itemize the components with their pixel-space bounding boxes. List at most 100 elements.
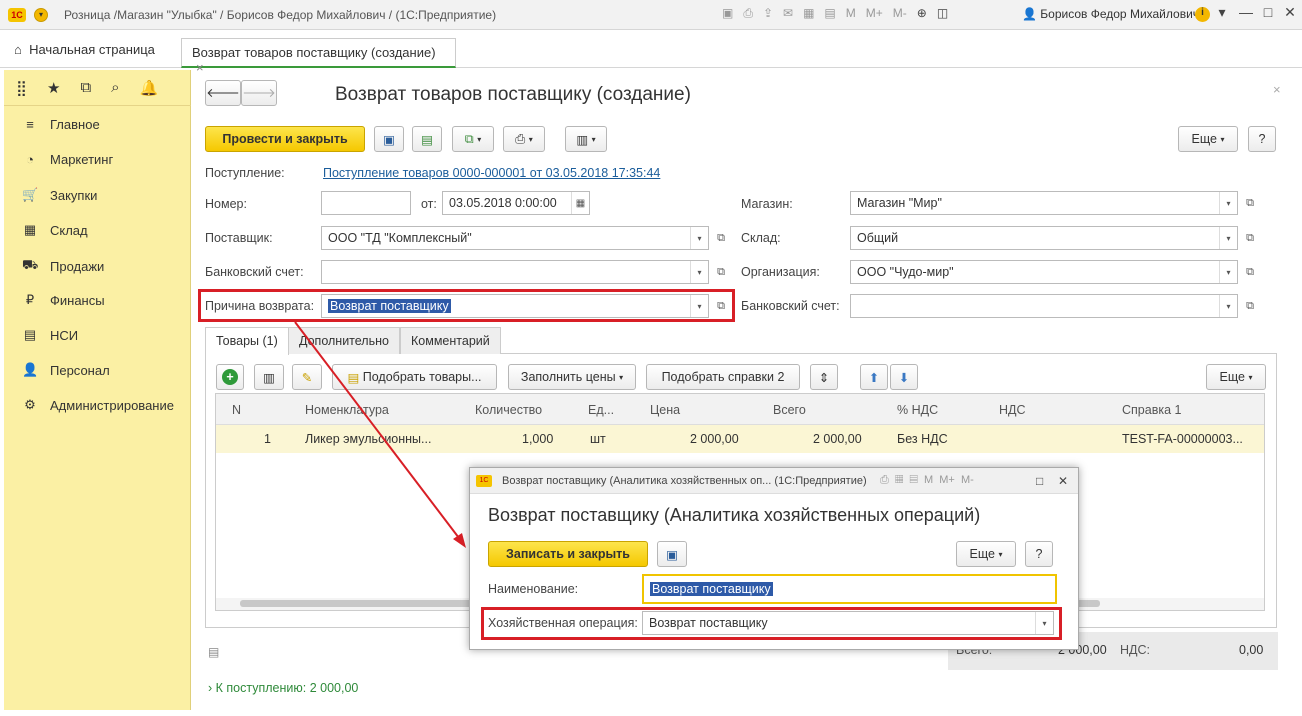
- cell-price[interactable]: 2 000,00: [690, 426, 739, 452]
- print-button[interactable]: ⎙ ▾: [503, 126, 545, 152]
- sidebar-item-main[interactable]: ≡ Главное: [22, 117, 99, 132]
- col-header-item[interactable]: Номенклатура: [305, 395, 389, 425]
- pick-goods-button[interactable]: ▤ Подобрать товары...: [332, 364, 497, 390]
- mail-icon[interactable]: ✉: [783, 6, 793, 21]
- organization-field[interactable]: ООО "Чудо-мир" ▾: [850, 260, 1238, 284]
- store-field[interactable]: Магазин "Мир" ▾: [850, 191, 1238, 215]
- col-header-qty[interactable]: Количество: [475, 395, 542, 425]
- cell-unit[interactable]: шт: [590, 426, 606, 452]
- panel-icon[interactable]: ◫: [937, 6, 948, 21]
- apps-grid-icon[interactable]: ⣿: [16, 79, 27, 97]
- back-to-receipt-link[interactable]: › К поступлению: 2 000,00: [208, 681, 358, 695]
- save-and-close-button[interactable]: Записать и закрыть: [488, 541, 648, 567]
- sidebar-item-personnel[interactable]: 👤 Персонал: [22, 362, 110, 378]
- mminus-icon[interactable]: M-: [893, 6, 907, 21]
- col-header-price[interactable]: Цена: [650, 395, 680, 425]
- favorites-star-icon[interactable]: ★: [47, 79, 60, 97]
- open-organization-icon[interactable]: ⧉: [1240, 260, 1260, 284]
- chevron-down-icon[interactable]: ▾: [690, 261, 708, 283]
- col-header-unit[interactable]: Ед...: [588, 395, 614, 425]
- m-icon[interactable]: M: [846, 6, 856, 21]
- post-button[interactable]: ▤: [412, 126, 442, 152]
- tab-close-icon[interactable]: ×: [196, 60, 204, 75]
- grid-more-button[interactable]: Еще ▾: [1206, 364, 1266, 390]
- sidebar-item-admin[interactable]: ⚙ Администрирование: [22, 397, 174, 413]
- tab-return-goods[interactable]: Возврат товаров поставщику (создание) ×: [181, 38, 456, 75]
- bell-icon[interactable]: 🔔: [140, 79, 159, 97]
- sidebar-item-warehouse[interactable]: ▦ Склад: [22, 222, 88, 238]
- dialog-help-button[interactable]: ?: [1025, 541, 1053, 567]
- mminus-icon[interactable]: M-: [961, 474, 974, 486]
- open-store-icon[interactable]: ⧉: [1240, 191, 1260, 215]
- upload-icon[interactable]: ⇪: [763, 6, 773, 21]
- supplier-field[interactable]: ООО "ТД "Комплексный" ▾: [321, 226, 709, 250]
- user-name[interactable]: 👤 Борисов Федор Михайлович: [1022, 7, 1199, 21]
- history-icon[interactable]: ⧉: [80, 79, 91, 96]
- cell-qty[interactable]: 1,000: [522, 426, 553, 452]
- name-field[interactable]: Возврат поставщику: [642, 574, 1057, 604]
- tab-home[interactable]: ⌂ Начальная страница: [14, 42, 155, 57]
- tab-goods[interactable]: Товары (1): [205, 327, 289, 355]
- bank-account-field[interactable]: ▾: [321, 260, 709, 284]
- sidebar-item-finance[interactable]: ₽ Финансы: [22, 292, 105, 308]
- col-header-n[interactable]: N: [232, 395, 241, 425]
- sidebar-item-purchases[interactable]: 🛒 Закупки: [22, 187, 97, 203]
- dialog-maximize-icon[interactable]: □: [1036, 474, 1043, 488]
- calendar-icon[interactable]: ▦: [895, 474, 903, 486]
- edit-button[interactable]: ✎: [292, 364, 322, 390]
- chevron-down-icon[interactable]: ▾: [690, 227, 708, 249]
- receipt-link[interactable]: Поступление товаров 0000-000001 от 03.05…: [323, 166, 660, 180]
- post-and-close-button[interactable]: Провести и закрыть: [205, 126, 365, 152]
- search-icon[interactable]: ⌕: [111, 79, 119, 96]
- dialog-more-button[interactable]: Еще ▾: [956, 541, 1016, 567]
- tab-comment[interactable]: Комментарий: [400, 327, 501, 354]
- chevron-down-icon[interactable]: ▾: [1219, 192, 1237, 214]
- dialog-close-icon[interactable]: ✕: [1058, 474, 1068, 488]
- back-button[interactable]: 🡐: [205, 80, 241, 106]
- form-close-icon[interactable]: ×: [1273, 82, 1281, 97]
- m-icon[interactable]: M: [924, 474, 933, 486]
- sidebar-item-nsi[interactable]: ▤ НСИ: [22, 327, 78, 343]
- move-down-button[interactable]: ⬇: [890, 364, 918, 390]
- mplus-icon[interactable]: M+: [866, 6, 883, 21]
- print-icon[interactable]: ⎙: [743, 6, 753, 21]
- calendar31-icon[interactable]: ▤: [909, 474, 917, 486]
- save-icon[interactable]: ▣: [722, 6, 733, 21]
- calendar31-icon[interactable]: ▤: [824, 6, 835, 21]
- move-up-button[interactable]: ⬆: [860, 364, 888, 390]
- barcode-button[interactable]: ▥: [254, 364, 284, 390]
- mplus-icon[interactable]: M+: [939, 474, 955, 486]
- cell-ref[interactable]: TEST-FA-00000003...: [1122, 426, 1243, 452]
- pick-references-button[interactable]: Подобрать справки 2: [646, 364, 800, 390]
- col-header-total[interactable]: Всего: [773, 395, 806, 425]
- comment-icon[interactable]: ▤: [208, 645, 219, 659]
- dialog-save-button[interactable]: ▣: [657, 541, 687, 567]
- tab-additional[interactable]: Дополнительно: [288, 327, 400, 354]
- help-button[interactable]: ?: [1248, 126, 1276, 152]
- open-bank-account-icon[interactable]: ⧉: [711, 260, 731, 284]
- col-header-vat-rate[interactable]: % НДС: [897, 395, 938, 425]
- maximize-icon[interactable]: □: [1258, 4, 1278, 24]
- info-dropdown-icon[interactable]: ▾: [1212, 4, 1232, 24]
- calendar-icon[interactable]: ▦: [571, 192, 589, 214]
- cell-item[interactable]: Ликер эмульсионны...: [305, 426, 431, 452]
- col-header-vat[interactable]: НДС: [999, 395, 1026, 425]
- close-icon[interactable]: ✕: [1280, 4, 1300, 24]
- sort-button[interactable]: ⇕: [810, 364, 838, 390]
- col-header-ref[interactable]: Справка 1: [1122, 395, 1181, 425]
- open-warehouse-icon[interactable]: ⧉: [1240, 226, 1260, 250]
- chevron-down-icon[interactable]: ▾: [1219, 227, 1237, 249]
- cell-vat-rate[interactable]: Без НДС: [897, 426, 948, 452]
- date-field[interactable]: 03.05.2018 0:00:00 ▦: [442, 191, 590, 215]
- cell-n[interactable]: 1: [264, 426, 271, 452]
- open-supplier-icon[interactable]: ⧉: [711, 226, 731, 250]
- zoom-icon[interactable]: ⊕: [917, 6, 927, 21]
- fill-prices-button[interactable]: Заполнить цены ▾: [508, 364, 636, 390]
- add-row-button[interactable]: +: [216, 364, 244, 390]
- info-icon[interactable]: i: [1195, 7, 1210, 22]
- bank-account2-field[interactable]: ▾: [850, 294, 1238, 318]
- save-button[interactable]: ▣: [374, 126, 404, 152]
- main-menu-icon[interactable]: ▾: [34, 7, 48, 22]
- calendar-icon[interactable]: ▦: [803, 6, 814, 21]
- sidebar-item-sales[interactable]: ⛟ Продажи: [22, 257, 104, 275]
